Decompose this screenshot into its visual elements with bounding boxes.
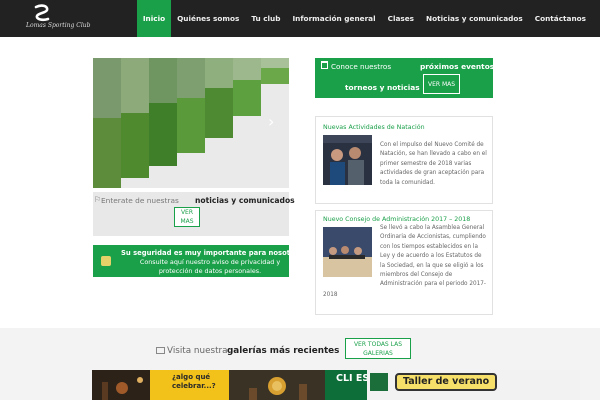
- gallery-thumb-text: Taller de verano: [395, 373, 498, 391]
- calendar-icon: [321, 61, 328, 69]
- events-strong-1: próximos eventos,: [420, 62, 497, 71]
- main-content: [0, 37, 600, 328]
- events-promo: Conoce nuestros próximos eventos, torneo…: [315, 58, 497, 98]
- club-logo[interactable]: Lomas Sporting Club: [26, 4, 90, 32]
- nav-inicio[interactable]: Inicio: [136, 0, 172, 37]
- news-card-text: Se llevó a cabo la Asamblea General Ordi…: [380, 225, 486, 288]
- image-icon: [156, 347, 165, 354]
- nav-clases[interactable]: Clases: [382, 0, 420, 37]
- news-promo: ⚐ Enterate de nuestras noticias y comuni…: [93, 192, 295, 236]
- events-ver-mas-button[interactable]: VER MAS: [423, 74, 460, 94]
- news-card-text: Con el impulso del Nuevo Comité de Natac…: [380, 142, 487, 186]
- gallery-thumb[interactable]: [92, 370, 150, 400]
- nav-quienes-somos[interactable]: Quiénes somos: [171, 0, 245, 37]
- news-card[interactable]: Nuevo Consejo de Administración 2017 – 2…: [315, 210, 493, 315]
- lock-icon: [101, 256, 111, 266]
- club-logo-icon: [34, 4, 50, 22]
- events-lead-text: Conoce nuestros: [331, 62, 392, 71]
- garden-image: [93, 58, 289, 188]
- view-all-galleries-button[interactable]: VER TODAS LAS GALERIAS: [345, 338, 411, 359]
- events-strong-2: torneos y noticias: [345, 83, 420, 92]
- privacy-title: Su seguridad es muy importante para noso…: [121, 249, 305, 257]
- assembly-photo: [323, 227, 372, 277]
- swimming-photo: [323, 135, 372, 185]
- mini-logo: [370, 373, 388, 391]
- galleries-strong-text: galerías más recientes: [227, 346, 340, 356]
- bar-photo: [229, 370, 325, 400]
- nav-informacion-general[interactable]: Información general: [286, 0, 381, 37]
- news-strong-text: noticias y comunicados: [195, 196, 295, 205]
- news-lead-text: Enterate de nuestras: [101, 196, 179, 205]
- gallery-thumb[interactable]: ¿algo qué celebrar...?: [150, 370, 229, 400]
- site-header: Lomas Sporting Club Inicio Quiénes somos…: [0, 0, 600, 37]
- galleries-lead-text: Visita nuestra: [167, 346, 228, 356]
- slider-next-icon[interactable]: ›: [268, 112, 274, 131]
- gallery-thumb[interactable]: [229, 370, 325, 400]
- nav-noticias[interactable]: Noticias y comunicados: [420, 0, 529, 37]
- nav-contactanos[interactable]: Contáctanos: [529, 0, 592, 37]
- privacy-subtitle: Consulte aquí nuestro aviso de privacida…: [139, 258, 281, 275]
- club-logo-text: Lomas Sporting Club: [26, 22, 91, 29]
- gallery-thumb-text: ¿algo qué celebrar...?: [172, 373, 216, 390]
- main-nav: Inicio Quiénes somos Tu club Información…: [136, 0, 592, 37]
- news-card-text-tail: 2018: [323, 292, 338, 298]
- gallery-thumbnails: ¿algo qué celebrar...? CLI ESPECIALIZ Ta…: [92, 370, 580, 400]
- gallery-thumb[interactable]: Taller de verano: [367, 370, 580, 400]
- privacy-banner[interactable]: Su seguridad es muy importante para noso…: [93, 245, 305, 277]
- image-slider[interactable]: ›: [93, 58, 289, 188]
- news-card-title[interactable]: Nuevo Consejo de Administración 2017 – 2…: [323, 216, 470, 223]
- news-ver-mas-button[interactable]: VER MAS: [174, 207, 200, 227]
- news-card[interactable]: Nuevas Actividades de Natación Con el im…: [315, 116, 493, 204]
- drinks-photo: [92, 370, 150, 400]
- news-card-title[interactable]: Nuevas Actividades de Natación: [323, 124, 425, 131]
- nav-tu-club[interactable]: Tu club: [245, 0, 286, 37]
